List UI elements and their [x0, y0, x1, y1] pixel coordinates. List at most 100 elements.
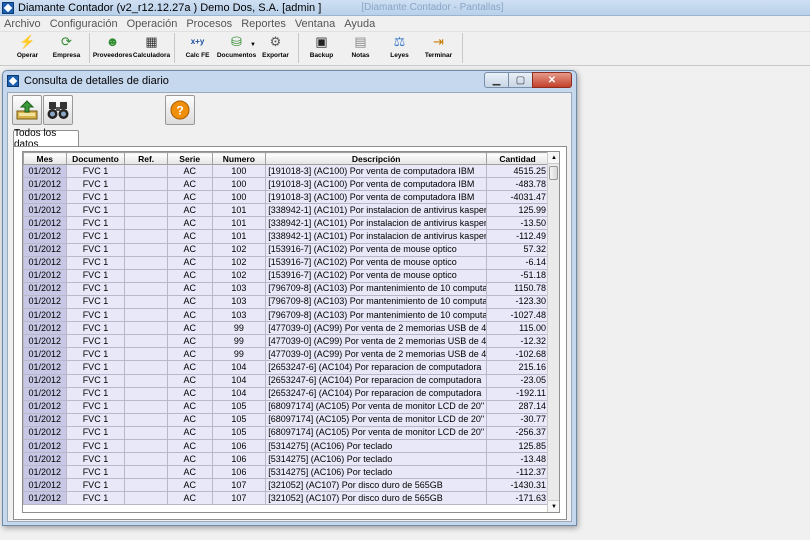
cell-cantidad[interactable]: -256.37	[486, 425, 549, 440]
column-header[interactable]: Numero	[211, 152, 267, 165]
table-row[interactable]: 01/2012 FVC 1 AC 99 [477039-0] (AC99) Por ve…	[23, 321, 549, 336]
cell-numero[interactable]: 107	[211, 478, 267, 493]
cell-cantidad[interactable]: 1150.78	[486, 281, 549, 296]
column-header[interactable]: Cantidad	[486, 152, 549, 165]
cell-documento[interactable]: FVC 1	[65, 386, 126, 401]
cell-documento[interactable]: FVC 1	[65, 177, 126, 192]
cell-descripcion[interactable]: [321052] (AC107) Por disco duro de 565GB	[265, 491, 488, 506]
cell-serie[interactable]: AC	[166, 412, 213, 427]
cell-serie[interactable]: AC	[166, 294, 213, 310]
cell-ref[interactable]	[124, 399, 168, 414]
cell-documento[interactable]: FVC 1	[65, 190, 126, 205]
table-row[interactable]: 01/2012 FVC 1 AC 102 [153916-7] (AC102) Por …	[23, 268, 549, 283]
cell-descripcion[interactable]: [477039-0] (AC99) Por venta de 2 memoria…	[265, 334, 488, 349]
cell-descripcion[interactable]: [191018-3] (AC100) Por venta de computad…	[265, 190, 488, 205]
table-row[interactable]: 01/2012 FVC 1 AC 104 [2653247-6] (AC104) Por…	[23, 360, 549, 375]
cell-mes[interactable]: 01/2012	[23, 360, 67, 375]
cell-serie[interactable]: AC	[166, 373, 213, 388]
cell-documento[interactable]: FVC 1	[65, 412, 126, 427]
cell-ref[interactable]	[124, 308, 168, 323]
toolbar-button-proveedores[interactable]: ☻ Proveedores	[93, 32, 132, 64]
cell-numero[interactable]: 107	[211, 491, 267, 506]
cell-descripcion[interactable]: [796709-8] (AC103) Por mantenimiento de …	[265, 308, 488, 323]
cell-descripcion[interactable]: [68097174] (AC105) Por venta de monitor …	[265, 399, 488, 414]
cell-mes[interactable]: 01/2012	[23, 478, 67, 493]
toolbar-button-operar[interactable]: ⚡ Operar	[8, 32, 47, 64]
toolbar-button-calc-fe[interactable]: x+y Calc FE	[178, 32, 217, 64]
table-row[interactable]: 01/2012 FVC 1 AC 105 [68097174] (AC105) Por …	[23, 425, 549, 440]
cell-numero[interactable]: 104	[211, 373, 267, 388]
cell-ref[interactable]	[124, 334, 168, 349]
cell-mes[interactable]: 01/2012	[23, 425, 67, 440]
scroll-thumb[interactable]	[549, 166, 558, 180]
cell-mes[interactable]: 01/2012	[23, 491, 67, 506]
table-row[interactable]: 01/2012 FVC 1 AC 100 [191018-3] (AC100) Por …	[23, 190, 549, 205]
cell-serie[interactable]: AC	[166, 386, 213, 401]
menu-item-ayuda[interactable]: Ayuda	[344, 18, 375, 30]
cell-descripcion[interactable]: [338942-1] (AC101) Por instalacion de an…	[265, 229, 488, 244]
cell-cantidad[interactable]: 215.16	[486, 360, 549, 375]
cell-cantidad[interactable]: -23.05	[486, 373, 549, 388]
table-row[interactable]: 01/2012 FVC 1 AC 102 [153916-7] (AC102) Por …	[23, 242, 549, 257]
cell-numero[interactable]: 101	[211, 229, 267, 244]
cell-ref[interactable]	[124, 321, 168, 336]
cell-descripcion[interactable]: [2653247-6] (AC104) Por reparacion de co…	[265, 360, 488, 375]
cell-serie[interactable]: AC	[166, 163, 213, 179]
toolbar-button-documentos[interactable]: ⛁ Documentos	[217, 32, 256, 64]
cell-descripcion[interactable]: [153916-7] (AC102) Por venta de mouse op…	[265, 268, 488, 283]
toolbar-button-calculadora[interactable]: ▦ Calculadora	[132, 32, 171, 64]
table-row[interactable]: 01/2012 FVC 1 AC 104 [2653247-6] (AC104) Por…	[23, 373, 549, 388]
cell-cantidad[interactable]: -1027.48	[486, 308, 549, 323]
app-titlebar[interactable]: Diamante Contador (v2_r12.12.27a ) Demo …	[0, 0, 810, 16]
cell-mes[interactable]: 01/2012	[23, 190, 67, 205]
cell-cantidad[interactable]: -1430.31	[486, 478, 549, 493]
menu-item-reportes[interactable]: Reportes	[241, 18, 286, 30]
cell-mes[interactable]: 01/2012	[23, 163, 67, 179]
search-button[interactable]	[43, 95, 73, 125]
cell-numero[interactable]: 103	[211, 308, 267, 323]
cell-documento[interactable]: FVC 1	[65, 373, 126, 388]
table-row[interactable]: 01/2012 FVC 1 AC 103 [796709-8] (AC103) Por …	[23, 294, 549, 310]
cell-serie[interactable]: AC	[166, 281, 213, 296]
vertical-scrollbar[interactable]: ▲ ▼	[547, 152, 559, 512]
cell-descripcion[interactable]: [477039-0] (AC99) Por venta de 2 memoria…	[265, 321, 488, 336]
cell-serie[interactable]: AC	[166, 216, 213, 231]
cell-mes[interactable]: 01/2012	[23, 268, 67, 283]
cell-mes[interactable]: 01/2012	[23, 347, 67, 362]
cell-numero[interactable]: 100	[211, 177, 267, 192]
cell-mes[interactable]: 01/2012	[23, 294, 67, 310]
cell-mes[interactable]: 01/2012	[23, 373, 67, 388]
cell-documento[interactable]: FVC 1	[65, 321, 126, 336]
cell-documento[interactable]: FVC 1	[65, 491, 126, 506]
cell-descripcion[interactable]: [5314275] (AC106) Por teclado	[265, 438, 488, 454]
maximize-button[interactable]: ▢	[508, 72, 533, 88]
cell-documento[interactable]: FVC 1	[65, 347, 126, 362]
cell-numero[interactable]: 102	[211, 268, 267, 283]
cell-mes[interactable]: 01/2012	[23, 399, 67, 414]
table-row[interactable]: 01/2012 FVC 1 AC 105 [68097174] (AC105) Por …	[23, 412, 549, 427]
cell-serie[interactable]: AC	[166, 438, 213, 454]
cell-serie[interactable]: AC	[166, 229, 213, 244]
cell-ref[interactable]	[124, 281, 168, 296]
cell-descripcion[interactable]: [477039-0] (AC99) Por venta de 2 memoria…	[265, 347, 488, 362]
cell-serie[interactable]: AC	[166, 452, 213, 467]
cell-documento[interactable]: FVC 1	[65, 399, 126, 414]
cell-ref[interactable]	[124, 438, 168, 454]
cell-cantidad[interactable]: 287.14	[486, 399, 549, 414]
cell-cantidad[interactable]: -112.49	[486, 229, 549, 244]
cell-cantidad[interactable]: -112.37	[486, 465, 549, 480]
cell-cantidad[interactable]: -13.50	[486, 216, 549, 231]
cell-descripcion[interactable]: [2653247-6] (AC104) Por reparacion de co…	[265, 386, 488, 401]
cell-descripcion[interactable]: [5314275] (AC106) Por teclado	[265, 465, 488, 480]
cell-serie[interactable]: AC	[166, 321, 213, 336]
cell-documento[interactable]: FVC 1	[65, 281, 126, 296]
cell-documento[interactable]: FVC 1	[65, 216, 126, 231]
cell-documento[interactable]: FVC 1	[65, 334, 126, 349]
cell-cantidad[interactable]: 4515.25	[486, 163, 549, 179]
cell-mes[interactable]: 01/2012	[23, 438, 67, 454]
table-row[interactable]: 01/2012 FVC 1 AC 101 [338942-1] (AC101) Por …	[23, 203, 549, 218]
cell-documento[interactable]: FVC 1	[65, 268, 126, 283]
cell-serie[interactable]: AC	[166, 308, 213, 323]
cell-serie[interactable]: AC	[166, 478, 213, 493]
menu-item-configuracion[interactable]: Configuración	[50, 18, 118, 30]
